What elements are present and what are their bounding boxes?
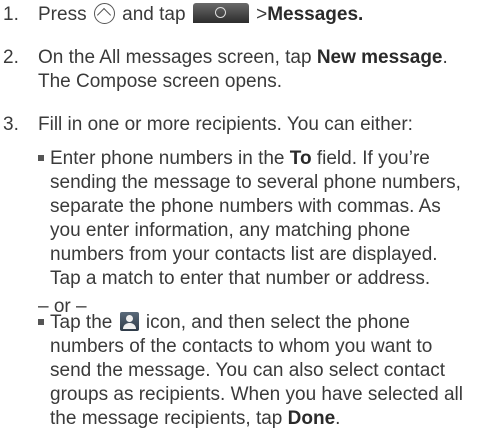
text-segment: icon, and then select the phone [140, 312, 410, 333]
text-line: The Compose screen opens. [38, 71, 282, 92]
step-number: 3. [3, 114, 19, 135]
instruction-page: 1. Press and tap >Messages. 2. On the Al… [0, 0, 484, 433]
text-segment: and tap [116, 4, 191, 25]
text-line: Tap the icon, and then select the phone [38, 311, 480, 335]
step-number: 2. [3, 47, 19, 68]
text-segment: the message recipients, tap [50, 408, 288, 429]
home-icon [93, 3, 115, 24]
text-line: the message recipients, tap Done. [38, 407, 480, 431]
step-text: Press and tap >Messages. [38, 3, 480, 27]
text-segment: field. If you’re [311, 148, 430, 169]
text-line: separate the phone numbers with commas. … [50, 196, 441, 217]
text-line: send the message. You can also select co… [50, 360, 446, 381]
to-field-label: To [289, 148, 312, 169]
text-line: numbers from your contacts list are disp… [50, 244, 438, 265]
text-segment: Tap the [50, 312, 118, 333]
option-enter-numbers: Enter phone numbers in the To field. If … [38, 147, 480, 291]
text-segment: > [250, 4, 268, 25]
contacts-icon [119, 312, 139, 331]
bullet-icon [38, 319, 44, 325]
bullet-icon [38, 155, 44, 161]
all-apps-tab-icon [192, 3, 249, 23]
text-segment: Enter phone numbers in the [50, 148, 290, 169]
text-segment: . [335, 408, 341, 429]
messages-label: Messages. [267, 4, 364, 25]
text-line: On the All messages screen, tap New mess… [38, 46, 480, 70]
text-line: you enter information, any matching phon… [50, 220, 411, 241]
text-segment: On the All messages screen, tap [38, 47, 317, 68]
text-line: numbers of the contacts to whom you want… [50, 336, 433, 357]
text-line: Enter phone numbers in the To field. If … [38, 147, 480, 171]
text-line: sending the message to several phone num… [50, 172, 461, 193]
text-segment: Press [38, 4, 92, 25]
text-segment: . [442, 47, 448, 68]
text-line: Tap a match to enter that number or addr… [50, 268, 431, 289]
new-message-label: New message [316, 47, 443, 68]
step-text: On the All messages screen, tap New mess… [38, 46, 480, 94]
step-number: 1. [3, 4, 19, 25]
step-intro: Fill in one or more recipients. You can … [38, 114, 413, 135]
option-select-contacts: Tap the icon, and then select the phone … [38, 311, 480, 431]
done-label: Done [287, 408, 336, 429]
text-line: groups as recipients. When you have sele… [50, 384, 463, 405]
